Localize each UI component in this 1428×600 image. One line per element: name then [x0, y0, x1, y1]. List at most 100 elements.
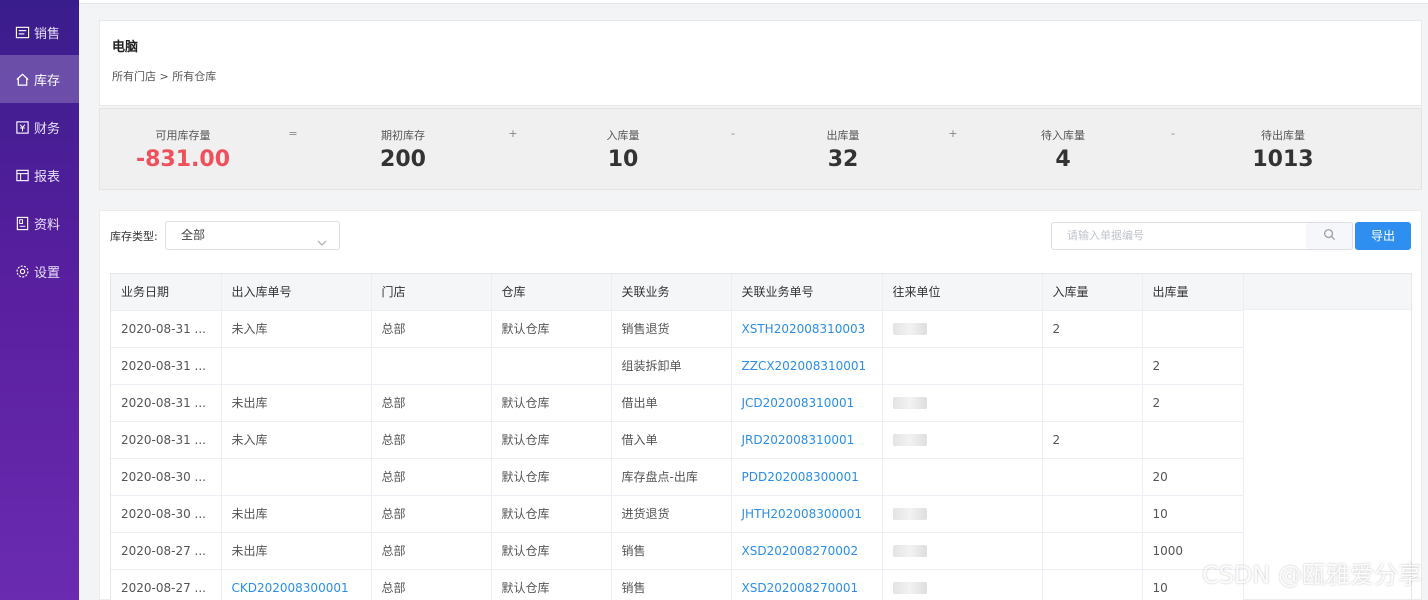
- column-header-stock-doc[interactable]: 出入库单号: [221, 274, 372, 311]
- sidebar-item-label: 库存: [34, 73, 61, 89]
- cell-outbound-qty: [1142, 310, 1244, 348]
- cell-partner: [882, 458, 1043, 496]
- sidebar-item-sales[interactable]: 销售: [0, 8, 79, 56]
- operator-plus: +: [948, 127, 958, 140]
- table-row[interactable]: 2020-08-31 ... 未入库 总部 默认仓库 借入单 JRD202008…: [111, 421, 1244, 459]
- summary-label: 期初库存: [381, 129, 425, 142]
- cell-related-doc-link[interactable]: JRD202008310001: [731, 421, 883, 459]
- operator-minus: -: [1171, 127, 1175, 140]
- search-button[interactable]: [1306, 222, 1353, 250]
- product-header: 电脑 所有门店 > 所有仓库: [99, 20, 1422, 106]
- cell-date: 2020-08-30 ...: [111, 495, 222, 533]
- cell-warehouse: 默认仓库: [491, 569, 612, 600]
- cell-partner: [882, 569, 1043, 600]
- table-row[interactable]: 2020-08-31 ... 未入库 总部 默认仓库 销售退货 XSTH2020…: [111, 310, 1244, 348]
- sidebar-item-materials[interactable]: 资料: [0, 199, 79, 247]
- table-header-row: 业务日期 出入库单号 门店 仓库 关联业务 关联业务单号 往来单位 入库量 出库…: [111, 274, 1244, 311]
- column-header-partner[interactable]: 往来单位: [882, 274, 1043, 311]
- report-icon: [14, 167, 30, 183]
- cell-warehouse: 默认仓库: [491, 310, 612, 348]
- cell-inbound-qty: 2: [1042, 421, 1143, 459]
- cell-related-doc-link[interactable]: XSTH202008310003: [731, 310, 883, 348]
- column-header-inbound-qty[interactable]: 入库量: [1042, 274, 1143, 311]
- cell-store: 总部: [371, 310, 492, 348]
- cell-partner: [882, 532, 1043, 570]
- column-header-related-business[interactable]: 关联业务: [611, 274, 732, 311]
- summary-value: -831.00: [135, 147, 231, 172]
- summary-value: 200: [380, 147, 426, 172]
- sidebar-item-finance[interactable]: 财务: [0, 103, 79, 151]
- cell-inbound-qty: [1042, 569, 1143, 600]
- cell-related-business: 进货退货: [611, 495, 732, 533]
- cell-related-business: 销售退货: [611, 310, 732, 348]
- cell-warehouse: 默认仓库: [491, 458, 612, 496]
- cell-inbound-qty: [1042, 495, 1143, 533]
- column-header-outbound-qty[interactable]: 出库量: [1142, 274, 1244, 311]
- column-header-store[interactable]: 门店: [371, 274, 492, 311]
- cell-partner: [882, 495, 1043, 533]
- watermark: CSDN @瓯雅爱分享: [1201, 561, 1422, 589]
- cell-related-doc-link[interactable]: ZZCX202008310001: [731, 347, 883, 385]
- sidebar-item-label: 报表: [34, 169, 61, 185]
- cell-store: 总部: [371, 384, 492, 422]
- cell-partner: [882, 421, 1043, 459]
- cell-inbound-qty: [1042, 458, 1143, 496]
- cell-related-doc-link[interactable]: XSD202008270002: [731, 532, 883, 570]
- table-row[interactable]: 2020-08-31 ... 未出库 总部 默认仓库 借出单 JCD202008…: [111, 384, 1244, 422]
- cell-date: 2020-08-31 ...: [111, 310, 222, 348]
- table-row[interactable]: 2020-08-27 ... CKD202008300001 总部 默认仓库 销…: [111, 569, 1244, 600]
- table-row[interactable]: 2020-08-31 ... 组装拆卸单 ZZCX202008310001 2: [111, 347, 1244, 385]
- cell-date: 2020-08-31 ...: [111, 347, 222, 385]
- sidebar-item-settings[interactable]: 设置: [0, 247, 79, 295]
- cell-date: 2020-08-31 ...: [111, 384, 222, 422]
- archive-icon: [14, 215, 30, 231]
- cell-related-doc-link[interactable]: JCD202008310001: [731, 384, 883, 422]
- summary-label: 待入库量: [1041, 129, 1085, 142]
- cell-outbound-qty: 2: [1142, 384, 1244, 422]
- table-row[interactable]: 2020-08-30 ... 总部 默认仓库 库存盘点-出库 PDD202008…: [111, 458, 1244, 496]
- sidebar: 销售 库存 财务 报表 资料 设置: [0, 0, 79, 600]
- cell-related-doc-link[interactable]: JHTH202008300001: [731, 495, 883, 533]
- main-content: 电脑 所有门店 > 所有仓库 可用库存量 -831.00 = 期初库存 200 …: [79, 0, 1428, 600]
- summary-value: 10: [607, 147, 639, 172]
- cell-store: 总部: [371, 458, 492, 496]
- redacted-partner: [892, 582, 927, 594]
- export-button[interactable]: 导出: [1355, 222, 1411, 250]
- column-header-warehouse[interactable]: 仓库: [491, 274, 612, 311]
- sidebar-item-label: 设置: [34, 265, 61, 281]
- cell-related-doc-link[interactable]: PDD202008300001: [731, 458, 883, 496]
- cell-related-business: 销售: [611, 569, 732, 600]
- search-icon: [1323, 228, 1336, 244]
- cell-inbound-qty: [1042, 384, 1143, 422]
- redacted-partner: [892, 323, 927, 335]
- cell-stock-doc-link[interactable]: CKD202008300001: [221, 569, 372, 600]
- finance-icon: [14, 119, 30, 135]
- cell-store: 总部: [371, 569, 492, 600]
- cell-related-business: 销售: [611, 532, 732, 570]
- cell-stock-doc: 未出库: [221, 532, 372, 570]
- chevron-down-icon: [317, 231, 327, 246]
- cell-outbound-qty: 10: [1142, 495, 1244, 533]
- cell-store: 总部: [371, 532, 492, 570]
- column-header-date[interactable]: 业务日期: [111, 274, 222, 311]
- sidebar-item-reports[interactable]: 报表: [0, 151, 79, 199]
- sidebar-item-label: 销售: [34, 26, 61, 42]
- cell-inbound-qty: 2: [1042, 310, 1143, 348]
- cell-store: 总部: [371, 421, 492, 459]
- cell-outbound-qty: [1142, 421, 1244, 459]
- stock-type-select[interactable]: 全部: [165, 221, 340, 250]
- cell-warehouse: 默认仓库: [491, 384, 612, 422]
- cell-date: 2020-08-27 ...: [111, 569, 222, 600]
- table-row[interactable]: 2020-08-30 ... 未出库 总部 默认仓库 进货退货 JHTH2020…: [111, 495, 1244, 533]
- summary-label: 入库量: [606, 129, 640, 142]
- document-number-search-input[interactable]: 请输入单据编号: [1051, 222, 1307, 250]
- table-row[interactable]: 2020-08-27 ... 未出库 总部 默认仓库 销售 XSD2020082…: [111, 532, 1244, 570]
- cell-related-doc-link[interactable]: XSD202008270001: [731, 569, 883, 600]
- summary-value: 4: [1055, 147, 1071, 172]
- cell-warehouse: [491, 347, 612, 385]
- sidebar-item-inventory[interactable]: 库存: [0, 55, 79, 103]
- column-header-related-doc[interactable]: 关联业务单号: [731, 274, 883, 311]
- cell-related-business: 借出单: [611, 384, 732, 422]
- cell-store: 总部: [371, 495, 492, 533]
- table-header-filler: [1243, 274, 1411, 310]
